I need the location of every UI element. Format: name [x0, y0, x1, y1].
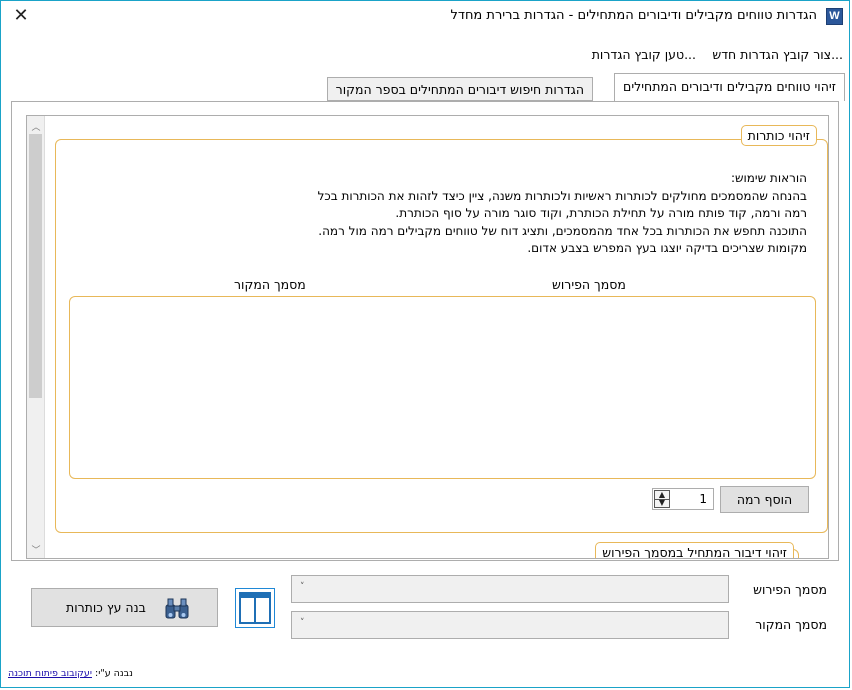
developer-link[interactable]: יעקובוב פיתוח תוכנה — [8, 668, 92, 679]
instructions-line: בהנחה שהמסמכים מחולקים לכותרות ראשיות ול… — [317, 188, 807, 203]
footer-prefix: נבנה ע"י: — [95, 668, 133, 679]
tab-parallel-ranges[interactable]: זיהוי טווחים מקבילים ודיבורים המתחילים — [614, 73, 845, 101]
scrollbar-thumb[interactable] — [29, 134, 42, 398]
menu-bar: צור קובץ הגדרות חדש... טען קובץ הגדרות..… — [1, 43, 849, 67]
dibur-group-legend: זיהוי דיבור המתחיל במסמך הפירוש — [595, 542, 794, 558]
source-doc-label: מסמך המקור — [755, 617, 827, 632]
footer-credit: נבנה ע"י: יעקובוב פיתוח תוכנה — [8, 668, 133, 679]
source-doc-select[interactable]: ˅ — [291, 611, 729, 639]
two-columns-icon — [239, 592, 271, 624]
commentary-doc-select[interactable]: ˅ — [291, 575, 729, 603]
vertical-scrollbar[interactable]: ︿ ﹀ — [27, 116, 45, 558]
headings-groupbox: זיהוי כותרות הוראות שימוש: בהנחה שהמסמכי… — [55, 125, 828, 533]
word-app-icon: W — [826, 8, 843, 25]
menu-load-settings-file[interactable]: טען קובץ הגדרות... — [592, 47, 696, 62]
build-tree-label: בנה עץ כותרות — [66, 600, 146, 615]
tab-panel: ︿ ﹀ זיהוי כותרות הוראות שימוש: בהנחה שהמ… — [11, 101, 839, 561]
side-by-side-view-button[interactable] — [235, 588, 275, 628]
settings-window: W הגדרות טווחים מקבילים ודיבורים המתחילי… — [0, 0, 850, 688]
tab-strip: זיהוי טווחים מקבילים ודיבורים המתחילים ה… — [1, 73, 849, 101]
stepper-down-icon[interactable]: ▼ — [655, 499, 669, 507]
chevron-down-icon: ˅ — [300, 618, 305, 628]
instructions-line: מקומות שצריכים בדיקה יוצגו בעץ המפרש בצב… — [527, 241, 807, 255]
window-title: הגדרות טווחים מקבילים ודיבורים המתחילים … — [450, 8, 817, 23]
binoculars-icon — [165, 598, 189, 619]
title-bar: W הגדרות טווחים מקבילים ודיבורים המתחילי… — [1, 1, 849, 31]
stepper-buttons[interactable]: ▲ ▼ — [654, 490, 670, 508]
level-stepper[interactable]: ▲ ▼ 1 — [652, 488, 714, 510]
tab-source-search-settings[interactable]: הגדרות חיפוש דיבורים המתחילים בספר המקור — [326, 77, 593, 101]
scroll-up-icon[interactable]: ︿ — [27, 120, 45, 133]
source-column-header: מסמך המקור — [234, 277, 306, 292]
instructions-line: התוכנה תחפש את הכותרות בכל אחד מהמסמכים,… — [318, 223, 807, 238]
levels-list[interactable] — [69, 296, 816, 479]
commentary-doc-label: מסמך הפירוש — [753, 582, 827, 597]
add-level-button[interactable]: הוסף רמה — [720, 486, 809, 513]
instructions-line: רמה ורמה, קוד פותח מורה על תחילת הכותרת,… — [395, 206, 807, 220]
instructions-title: הוראות שימוש: — [730, 171, 807, 185]
level-value: 1 — [699, 492, 707, 506]
scrollable-area: ︿ ﹀ זיהוי כותרות הוראות שימוש: בהנחה שהמ… — [26, 115, 829, 559]
commentary-column-header: מסמך הפירוש — [552, 277, 626, 292]
usage-instructions: הוראות שימוש: בהנחה שהמסמכים מחולקים לכו… — [207, 170, 807, 258]
scroll-down-icon[interactable]: ﹀ — [27, 543, 45, 556]
close-icon[interactable]: ✕ — [11, 6, 31, 26]
headings-group-legend: זיהוי כותרות — [740, 125, 817, 146]
build-heading-tree-button[interactable]: בנה עץ כותרות — [31, 588, 218, 627]
dibur-hamatchil-groupbox: זיהוי דיבור המתחיל במסמך הפירוש — [595, 542, 799, 558]
menu-new-settings-file[interactable]: צור קובץ הגדרות חדש... — [712, 47, 843, 62]
chevron-down-icon: ˅ — [300, 582, 305, 592]
